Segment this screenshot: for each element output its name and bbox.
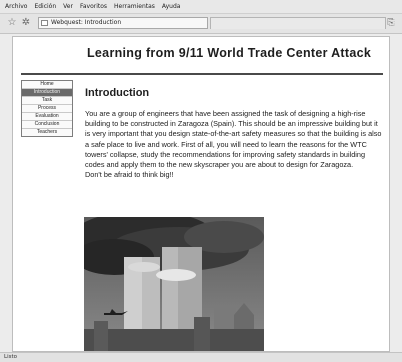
wtc-photo xyxy=(84,217,264,351)
nav-item-task[interactable]: Task xyxy=(22,97,72,105)
gear-icon[interactable]: ✲ xyxy=(20,17,32,29)
nav-item-evaluation[interactable]: Evaluation xyxy=(22,113,72,121)
title-divider xyxy=(21,73,383,75)
intro-paragraph: You are a group of engineers that have b… xyxy=(85,109,382,170)
browser-window: Archivo Edición Ver Favoritos Herramient… xyxy=(0,0,402,362)
page-menu-icon[interactable]: ⎘ xyxy=(385,17,397,29)
status-text: Listo xyxy=(4,354,17,360)
status-bar: Listo xyxy=(0,352,402,362)
menu-ayuda[interactable]: Ayuda xyxy=(162,3,181,10)
menu-herramientas[interactable]: Herramientas xyxy=(114,3,155,10)
star-icon[interactable]: ☆ xyxy=(6,17,18,29)
menu-favoritos[interactable]: Favoritos xyxy=(80,3,107,10)
section-heading: Introduction xyxy=(85,87,150,99)
nav-item-introduction[interactable]: Introduction xyxy=(22,89,72,97)
menu-bar: Archivo Edición Ver Favoritos Herramient… xyxy=(0,0,402,14)
web-page: Learning from 9/11 World Trade Center At… xyxy=(12,36,390,352)
menu-ver[interactable]: Ver xyxy=(63,3,73,10)
tab-blank[interactable] xyxy=(210,17,386,29)
address-bar[interactable]: Webquest: Introduction xyxy=(38,17,208,29)
intro-closing: Don't be afraid to think big!! xyxy=(85,170,174,180)
menu-edicion[interactable]: Edición xyxy=(34,3,56,10)
address-text: Webquest: Introduction xyxy=(51,19,122,26)
page-title: Learning from 9/11 World Trade Center At… xyxy=(87,46,372,60)
nav-item-teachers[interactable]: Teachers xyxy=(22,129,72,136)
page-icon xyxy=(41,20,48,26)
navigation-toolbar: ☆ ✲ Webquest: Introduction ⎘ xyxy=(0,14,402,34)
intro-text: You are a group of engineers that have b… xyxy=(85,109,383,180)
nav-item-process[interactable]: Process xyxy=(22,105,72,113)
sidebar-nav: Home Introduction Task Process Evaluatio… xyxy=(21,80,73,137)
menu-archivo[interactable]: Archivo xyxy=(5,3,27,10)
nav-item-conclusion[interactable]: Conclusion xyxy=(22,121,72,129)
nav-item-home[interactable]: Home xyxy=(22,81,72,89)
